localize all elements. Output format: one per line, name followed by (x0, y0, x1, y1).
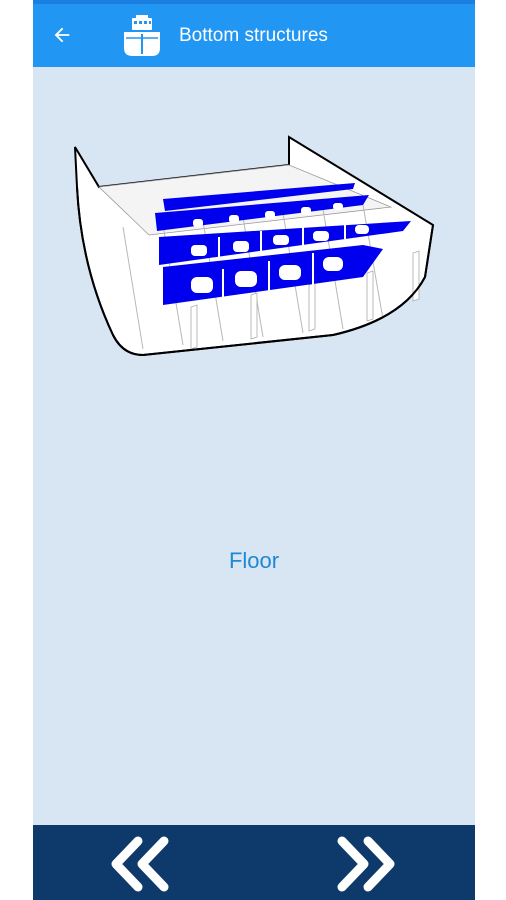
hull-cross-section-illustration (74, 135, 435, 357)
content-area: Floor (33, 67, 475, 825)
next-button[interactable] (331, 833, 401, 895)
bottom-navigation-bar (33, 825, 475, 900)
back-button[interactable] (47, 20, 77, 50)
double-chevron-right-icon (337, 836, 395, 892)
app-bar: Bottom structures (33, 4, 475, 67)
ship-icon (124, 15, 160, 56)
structure-caption: Floor (228, 548, 280, 573)
arrow-left-icon (54, 27, 70, 43)
double-chevron-left-icon (111, 836, 169, 892)
page-title: Bottom structures (179, 25, 328, 46)
app-screen: Bottom structures Floor (33, 0, 475, 900)
previous-button[interactable] (105, 833, 175, 895)
